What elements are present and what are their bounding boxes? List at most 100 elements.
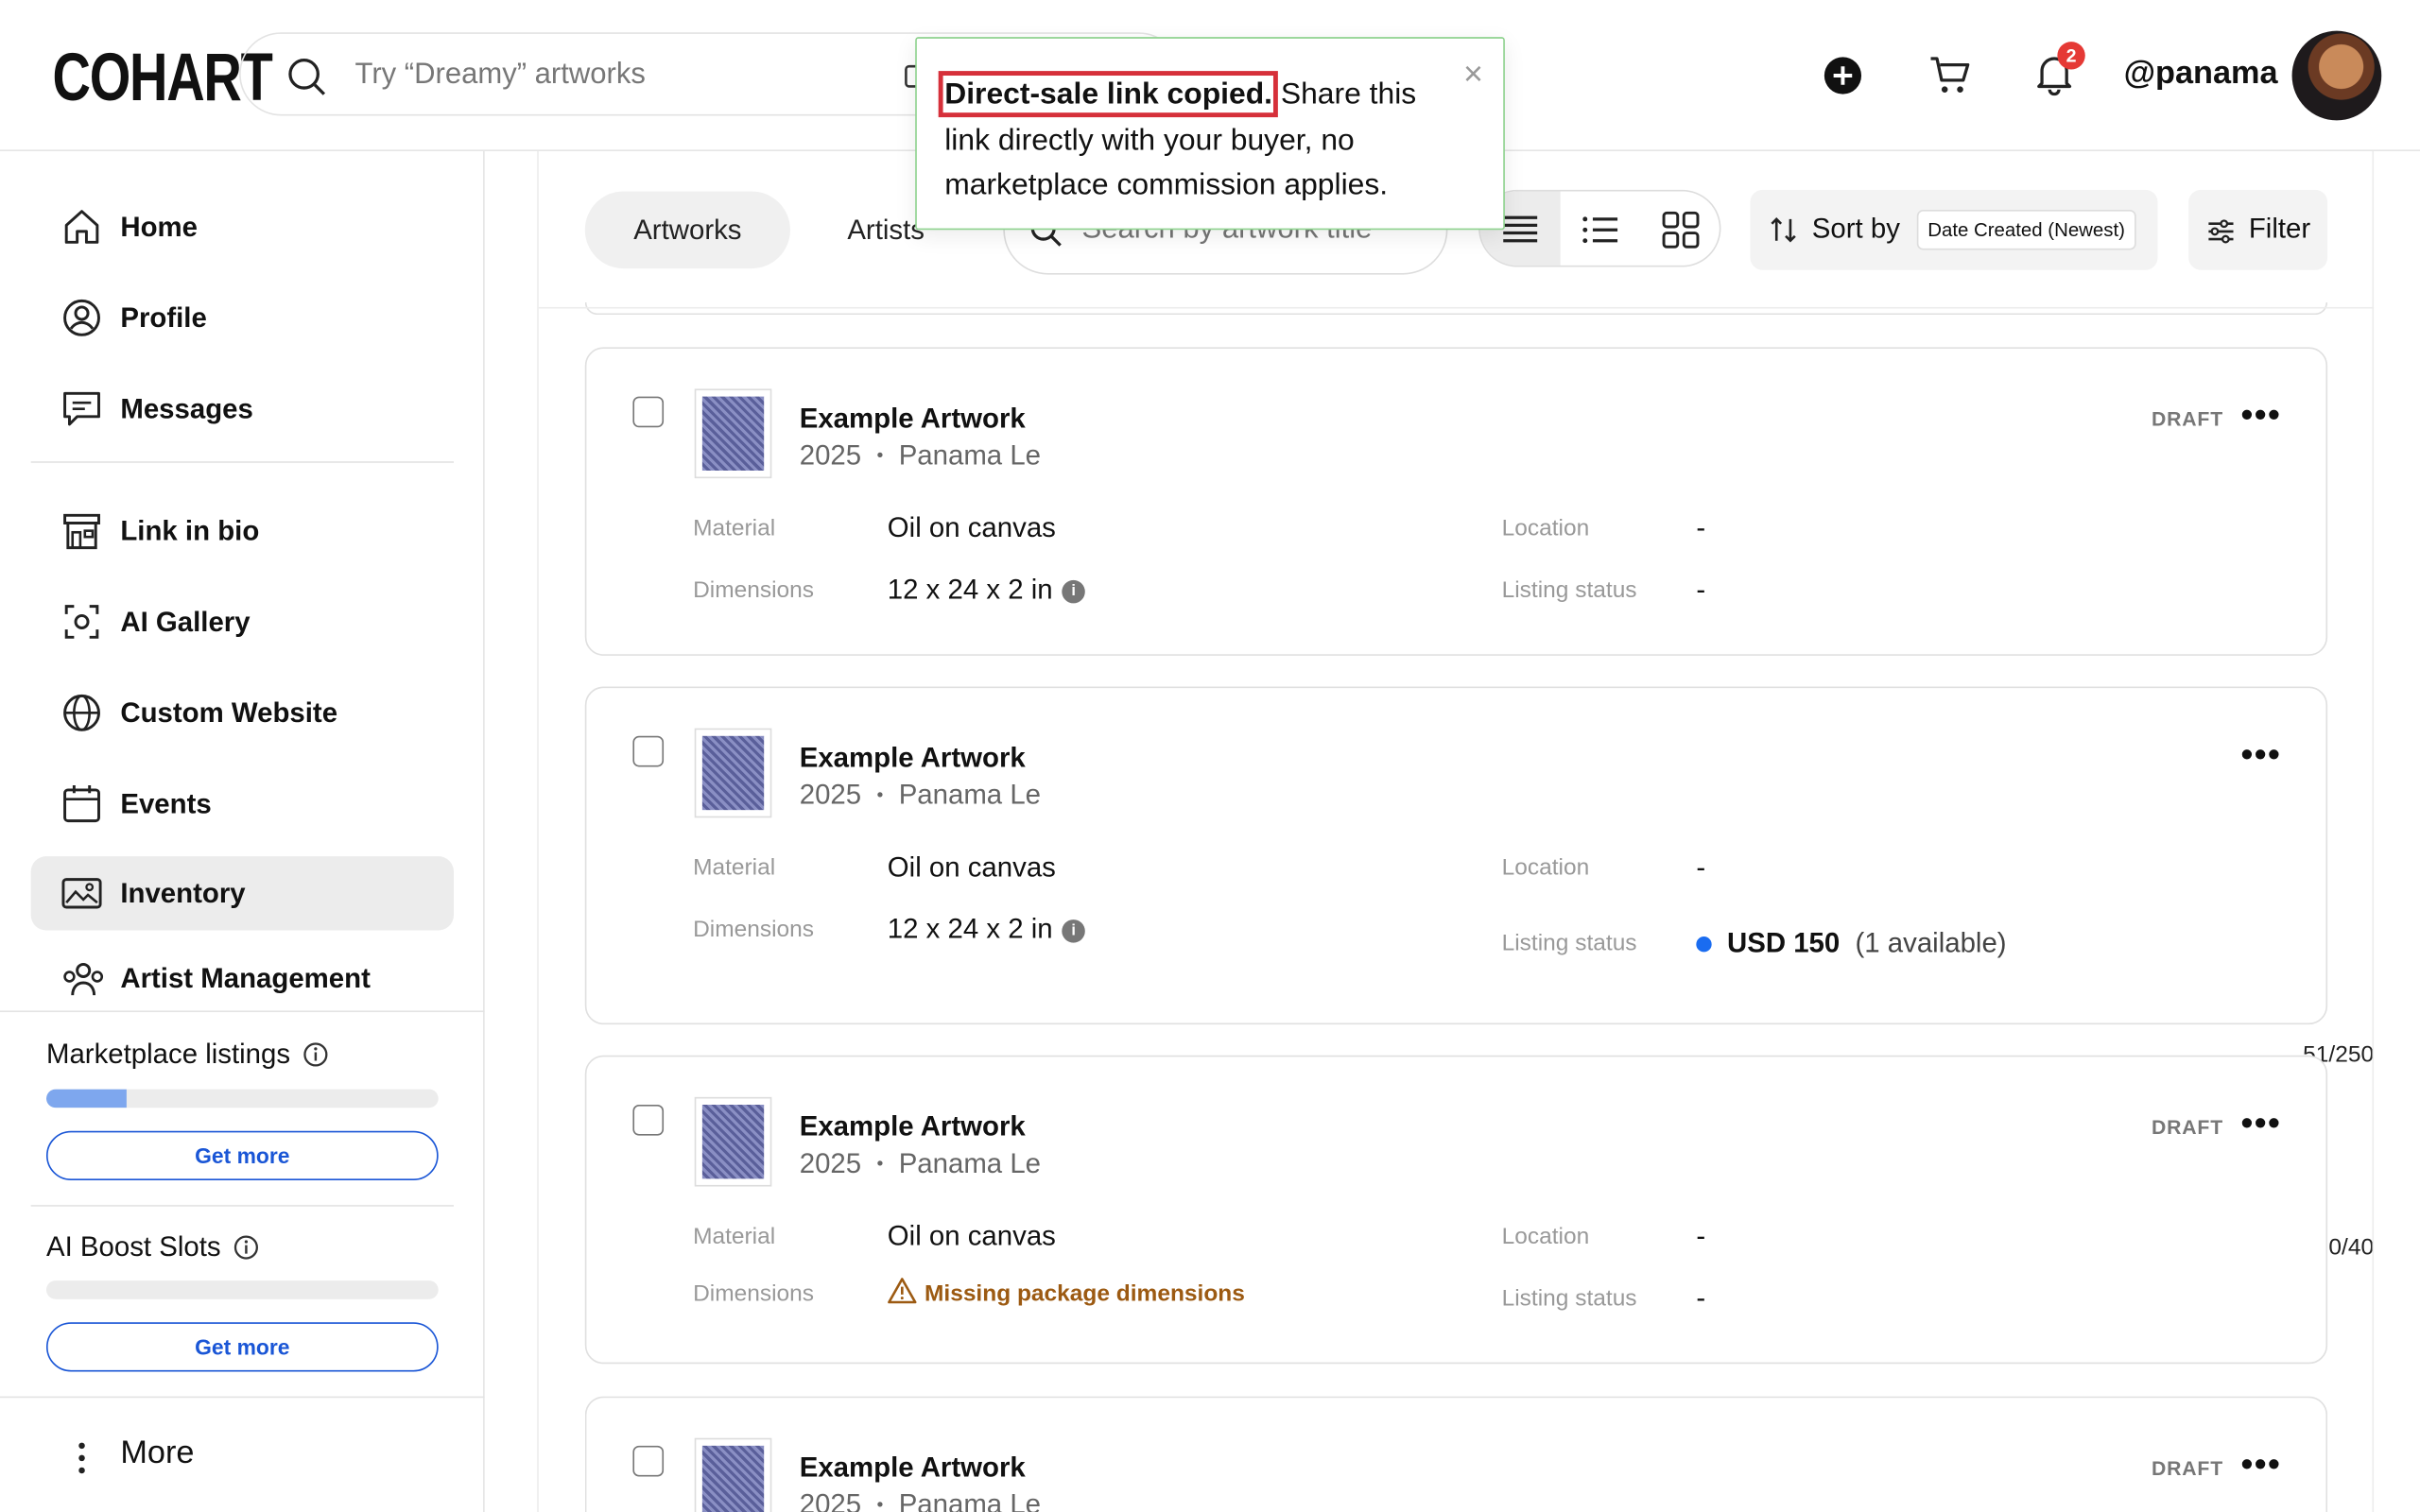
select-checkbox[interactable] <box>632 396 665 428</box>
marketplace-get-more-button[interactable]: Get more <box>45 1130 439 1181</box>
user-circle-icon <box>63 299 100 336</box>
sidebar-item-profile[interactable]: Profile <box>31 281 454 354</box>
artwork-card[interactable]: Example Artwork 2025 • Panama Le DRAFT •… <box>584 347 2328 656</box>
storefront-icon <box>63 513 100 550</box>
listing-status-label: Listing status <box>1501 930 1637 957</box>
more-options-icon[interactable]: ••• <box>2241 1103 2282 1143</box>
toast-message: Direct-sale link copied. Share this link… <box>938 71 1417 202</box>
material-label: Material <box>693 854 776 882</box>
marketplace-progress-bar <box>45 1089 439 1108</box>
sidebar-item-label: Profile <box>120 301 207 333</box>
users-icon <box>63 962 104 996</box>
list-view-button[interactable] <box>1561 191 1641 265</box>
sidebar-item-custom-website[interactable]: Custom Website <box>31 676 454 749</box>
add-icon[interactable] <box>1823 56 1862 95</box>
listed-status-dot <box>1696 936 1712 953</box>
material-value: Oil on canvas <box>887 512 1056 543</box>
location-value: - <box>1696 512 1706 543</box>
material-label: Material <box>693 515 776 542</box>
status-badge: DRAFT <box>2151 407 2223 431</box>
artwork-thumbnail[interactable] <box>694 1096 772 1187</box>
sidebar-item-label: Events <box>120 787 212 819</box>
artwork-subtitle: 2025 • Panama Le <box>799 779 1042 811</box>
info-icon[interactable] <box>302 1041 329 1068</box>
link-copied-toast: Direct-sale link copied. Share this link… <box>915 37 1505 231</box>
material-value: Oil on canvas <box>887 1220 1056 1252</box>
sidebar-divider <box>30 1205 455 1207</box>
artwork-subtitle: 2025 • Panama Le <box>799 1147 1042 1179</box>
artwork-title[interactable]: Example Artwork <box>800 1452 1026 1484</box>
sort-control[interactable]: Sort by Date Created (Newest) <box>1750 189 2158 270</box>
cart-icon[interactable] <box>1927 53 1971 96</box>
rows-icon <box>1503 215 1538 243</box>
image-icon <box>61 878 102 909</box>
location-value: - <box>1696 1220 1706 1252</box>
sidebar-item-label: Link in bio <box>120 514 260 546</box>
ai-boost-get-more-button[interactable]: Get more <box>45 1322 439 1372</box>
list-icon <box>1582 216 1618 244</box>
artwork-card[interactable]: Example Artwork 2025 • Panama Le ••• Mat… <box>584 686 2328 1025</box>
warning-icon <box>888 1278 917 1304</box>
info-icon[interactable]: i <box>1062 919 1085 943</box>
grid-view-button[interactable] <box>1641 191 1720 265</box>
sidebar-item-events[interactable]: Events <box>31 766 454 840</box>
select-checkbox[interactable] <box>632 735 665 767</box>
info-icon[interactable] <box>233 1234 260 1261</box>
artwork-subtitle: 2025 • Panama Le <box>799 1488 1042 1512</box>
sort-label: Sort by <box>1811 213 1900 244</box>
username[interactable]: @panama <box>2124 56 2278 93</box>
view-toggle <box>1478 189 1721 267</box>
global-search-input[interactable] <box>354 52 880 99</box>
artwork-subtitle: 2025 • Panama Le <box>799 439 1042 471</box>
dimensions-label: Dimensions <box>693 576 815 604</box>
ai-boost-progress-bar <box>45 1280 439 1299</box>
marketplace-listings-title: Marketplace listings <box>46 1039 329 1071</box>
sidebar-item-label: Inventory <box>120 877 246 908</box>
location-label: Location <box>1501 515 1590 542</box>
sort-value-select[interactable]: Date Created (Newest) <box>1916 210 2136 250</box>
artwork-thumbnail[interactable] <box>694 728 772 818</box>
notification-badge: 2 <box>2057 42 2085 70</box>
select-checkbox[interactable] <box>632 1105 665 1136</box>
sidebar-item-ai-gallery[interactable]: AI Gallery <box>31 585 454 659</box>
location-value: - <box>1696 851 1706 883</box>
dimensions-label: Dimensions <box>693 1280 815 1307</box>
avatar[interactable] <box>2291 30 2382 121</box>
status-badge: DRAFT <box>2151 1115 2223 1139</box>
info-icon[interactable]: i <box>1062 579 1085 604</box>
missing-dimensions-warning[interactable]: Missing package dimensions <box>925 1280 1245 1307</box>
artwork-title[interactable]: Example Artwork <box>800 403 1026 435</box>
more-options-icon[interactable]: ••• <box>2241 1444 2282 1484</box>
artwork-card[interactable]: Example Artwork 2025 • Panama Le DRAFT •… <box>584 1055 2328 1365</box>
sidebar-item-home[interactable]: Home <box>31 190 454 264</box>
availability-value: (1 available) <box>1855 927 2007 958</box>
sidebar-divider <box>0 1010 485 1013</box>
sidebar-item-label: Home <box>120 210 199 242</box>
more-menu[interactable]: More <box>0 1396 485 1512</box>
sidebar-item-messages[interactable]: Messages <box>31 371 454 445</box>
listing-status-label: Listing status <box>1501 1285 1637 1312</box>
artwork-title[interactable]: Example Artwork <box>800 742 1026 774</box>
sidebar-item-label: Artist Management <box>120 961 371 993</box>
listing-status-value: - <box>1696 1281 1706 1314</box>
more-options-icon[interactable]: ••• <box>2241 734 2282 774</box>
sidebar-item-inventory[interactable]: Inventory <box>30 856 455 931</box>
toast-highlight: Direct-sale link copied. <box>938 71 1279 118</box>
message-icon <box>63 391 100 426</box>
sidebar-item-link-in-bio[interactable]: Link in bio <box>31 493 454 567</box>
select-checkbox[interactable] <box>632 1445 665 1477</box>
artwork-title[interactable]: Example Artwork <box>800 1111 1026 1143</box>
tab-artworks[interactable]: Artworks <box>584 191 790 269</box>
sidebar-item-label: Messages <box>120 392 253 424</box>
close-icon[interactable]: × <box>1463 54 1483 94</box>
location-label: Location <box>1501 854 1590 882</box>
artwork-thumbnail[interactable] <box>694 1437 772 1512</box>
sidebar-item-artist-management[interactable]: Artist Management <box>31 947 454 1008</box>
artwork-thumbnail[interactable] <box>694 388 772 479</box>
globe-icon <box>63 694 100 731</box>
filter-button[interactable]: Filter <box>2188 189 2328 270</box>
artwork-card[interactable]: Example Artwork 2025 • Panama Le DRAFT •… <box>584 1396 2328 1512</box>
material-value: Oil on canvas <box>887 851 1056 883</box>
more-options-icon[interactable]: ••• <box>2241 395 2282 435</box>
calendar-icon <box>63 785 100 823</box>
